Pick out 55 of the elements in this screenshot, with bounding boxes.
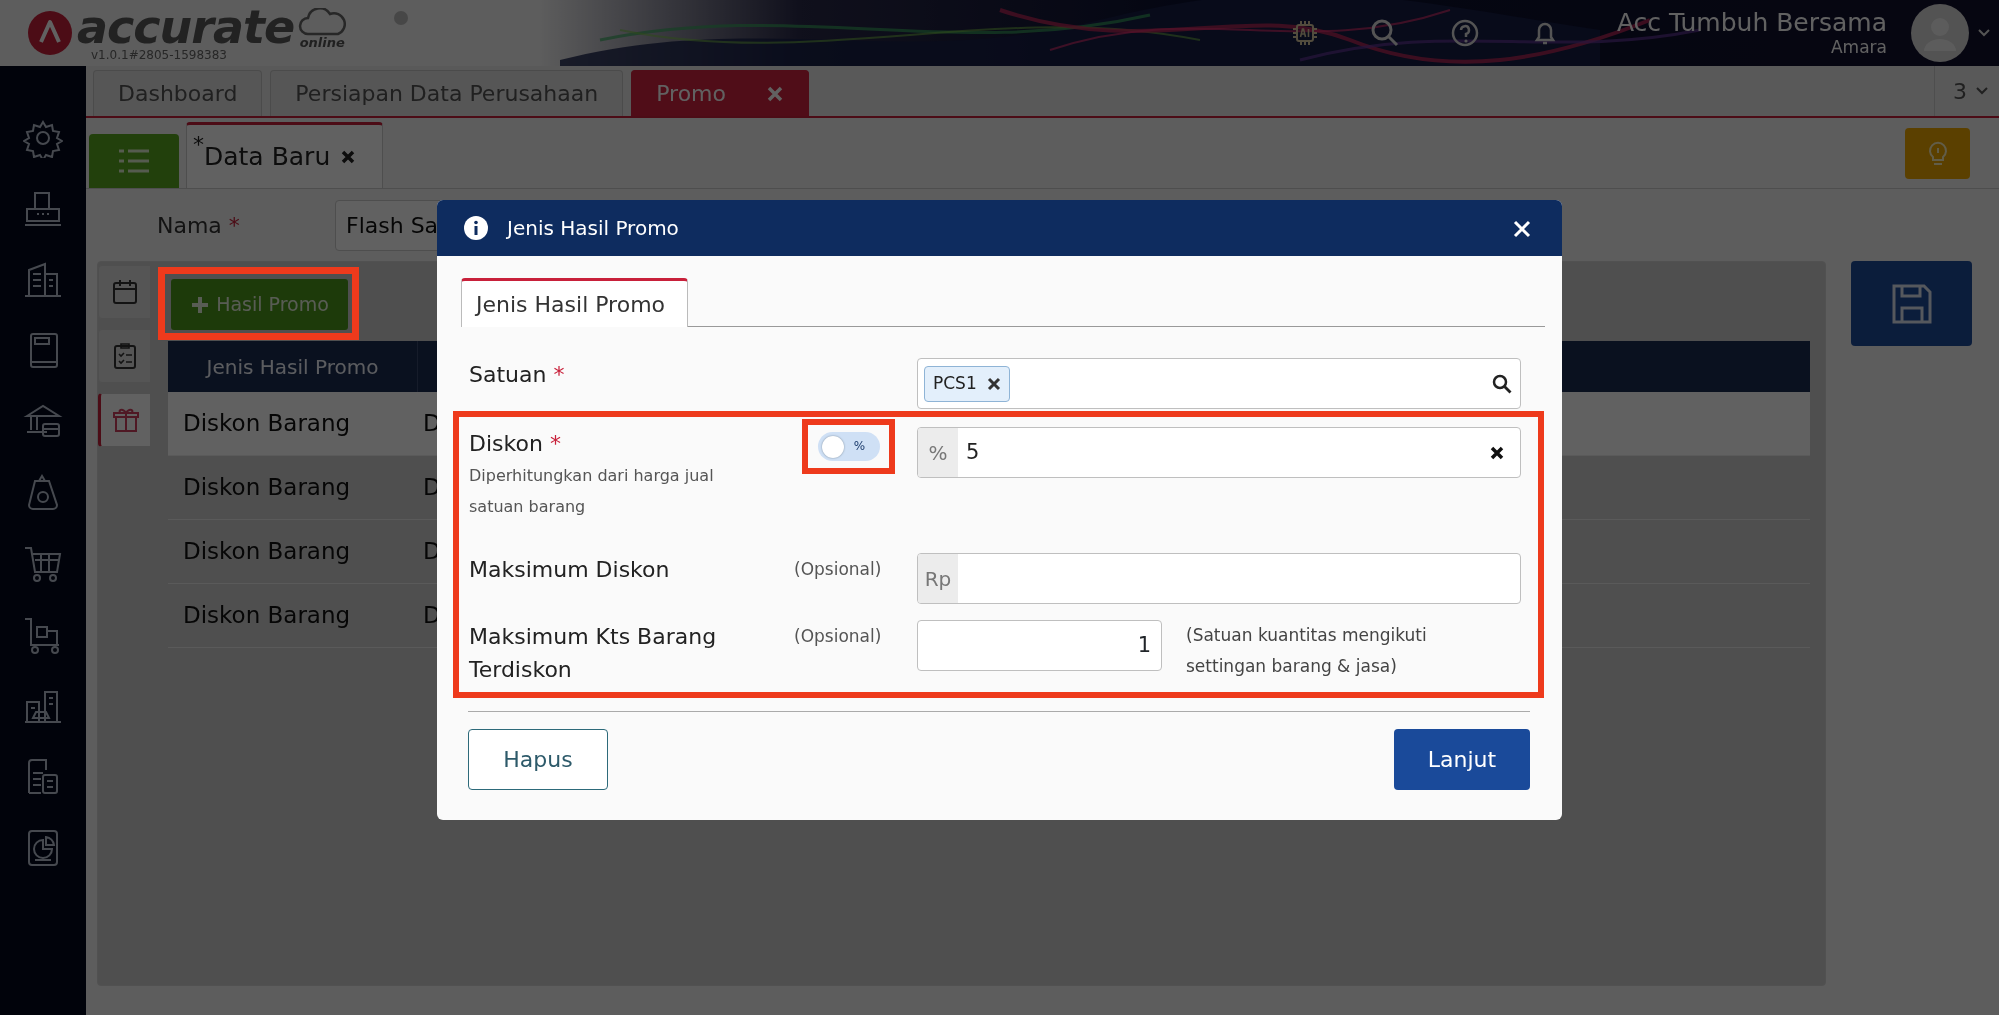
list-icon	[117, 147, 151, 175]
building-icon[interactable]	[23, 260, 63, 300]
plus-icon	[190, 294, 211, 315]
chevron-icon[interactable]	[1975, 86, 1989, 96]
company-name: Acc Tumbuh Bersama	[1616, 9, 1887, 37]
table-cell-text: Diskon Barang	[182, 409, 352, 439]
delete-button[interactable]: Hapus	[468, 729, 608, 790]
table-cell-text: Diskon Barang	[182, 473, 352, 503]
unit-tag[interactable]: PCS1	[924, 365, 1010, 402]
hint-text: Diperhitungkan dari harga jual satuan barang	[469, 465, 715, 518]
logo-text: accurate	[77, 4, 295, 49]
field-label: Maksimum Diskon	[469, 556, 671, 584]
unit-field[interactable]: PCS1	[917, 358, 1521, 409]
cloud-icon	[298, 7, 347, 36]
dialog-title: Jenis Hasil Promo	[507, 215, 679, 242]
optional-text: (Opsional)	[794, 559, 882, 579]
close-icon[interactable]	[986, 376, 1001, 391]
tab-count: 3	[1953, 77, 1967, 106]
max-discount-field[interactable]: Rp	[917, 553, 1521, 604]
printer-icon[interactable]	[23, 189, 63, 229]
side-tab[interactable]	[98, 329, 151, 383]
quantity-field[interactable]: 1	[917, 620, 1162, 671]
prefix-text: %	[918, 428, 958, 477]
table-cell-text: Diskon Barang	[182, 601, 352, 631]
save-button[interactable]	[1851, 261, 1972, 346]
prefix-text: Rp	[918, 554, 958, 603]
side-tab[interactable]	[98, 265, 151, 319]
field-value: 5	[966, 438, 980, 466]
search-icon[interactable]	[1492, 373, 1512, 394]
logo-icon	[27, 10, 73, 56]
name-label: Nama *	[157, 211, 241, 240]
field-label: Diskon *	[469, 430, 562, 458]
logo-subtext: online	[299, 35, 345, 49]
close-icon	[1512, 219, 1532, 239]
calendar-icon	[110, 278, 139, 306]
tab[interactable]: Jenis Hasil Promo	[461, 278, 689, 327]
gift-icon	[111, 406, 140, 434]
optional-text: (Opsional)	[794, 626, 882, 646]
lightbulb-icon	[1926, 139, 1949, 167]
avatar-icon[interactable]	[1911, 4, 1969, 62]
discount-field[interactable]: % 5	[917, 427, 1521, 478]
field-label: Satuan *	[469, 361, 566, 389]
toggle-switch[interactable]: %	[817, 432, 880, 461]
settings-icon[interactable]	[23, 118, 63, 158]
note-text: (Satuan kuantitas mengikuti settingan barang & jasa)	[1186, 624, 1428, 678]
list-button[interactable]	[89, 134, 179, 188]
table-cell-text: Diskon Barang	[182, 537, 352, 567]
tip-button[interactable]	[1905, 127, 1970, 179]
info-icon	[463, 215, 489, 241]
side-tab[interactable]	[98, 393, 151, 447]
cart-icon[interactable]	[23, 544, 63, 584]
user-name: Amara	[1831, 37, 1887, 57]
clear-icon[interactable]	[1490, 445, 1504, 460]
field-label: Maksimum Kts Barang Terdiskon	[469, 623, 718, 684]
next-button[interactable]: Lanjut	[1394, 729, 1530, 790]
